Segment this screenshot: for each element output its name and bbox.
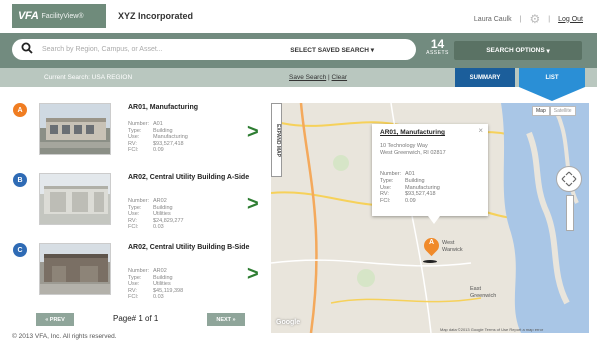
page-indicator: Page# 1 of 1 (113, 314, 159, 323)
asset-use: Manufacturing (153, 134, 188, 141)
chevron-down-icon: ▾ (546, 47, 550, 55)
info-window-pointer (428, 216, 440, 224)
asset-number: AR02 (153, 268, 167, 274)
assets-count: 14 (430, 37, 445, 51)
asset-rv: $93,527,418 (153, 140, 184, 147)
user-name: Laura Caulk (473, 15, 512, 23)
pagination: « PREV Page# 1 of 1 NEXT » (0, 307, 270, 329)
marker-b: B (13, 173, 27, 187)
active-tab-pointer (519, 87, 585, 101)
close-icon[interactable]: × (478, 126, 483, 135)
vfa-logo[interactable]: VFA FacilityView® (12, 4, 106, 28)
map-marker-letter: A (428, 239, 435, 246)
info-window-details: Number: A01 Type: Building Use: Manufacturi… (380, 171, 440, 205)
map-type-satellite-button[interactable]: Satellite (549, 106, 576, 116)
user-area: Laura Caulk | ⚙ | Log Out (474, 12, 583, 26)
clear-link[interactable]: Clear (332, 74, 348, 81)
logout-link[interactable]: Log Out (558, 16, 583, 23)
chevron-down-icon: ▾ (370, 46, 374, 54)
assets-label: ASSETS (426, 50, 449, 56)
info-window-address: 10 Technology Way West Greenwich, RI 028… (380, 143, 446, 156)
asset-fci: 0.03 (153, 224, 164, 231)
asset-fci: 0.09 (153, 147, 164, 154)
list-item[interactable]: C AR02, Central Utility Building B-Side … (12, 243, 270, 311)
footer-copyright: © 2013 VFA, Inc. All rights reserved. (12, 333, 117, 340)
current-search-bar: Current Search: USA REGION Save Search |… (0, 68, 597, 87)
divider: | (519, 15, 522, 23)
gear-icon[interactable]: ⚙ (529, 12, 540, 26)
search-placeholder: Search by Region, Campus, or Asset... (42, 46, 163, 53)
expand-map-button[interactable]: EXPAND MAP (271, 103, 282, 177)
asset-name[interactable]: AR02, Central Utility Building B-Side (128, 243, 258, 252)
map-marker-shadow (423, 260, 437, 263)
divider: | (548, 15, 551, 23)
asset-list: A AR01, Manufacturing Number: A01 Type: Bu… (12, 103, 270, 306)
tab-summary[interactable]: SUMMARY (455, 68, 515, 87)
map-place-label: Warwick (442, 247, 463, 253)
marker-a: A (13, 103, 27, 117)
asset-type: Building (153, 204, 173, 211)
building-photo[interactable] (39, 103, 111, 155)
prev-page-button[interactable]: « PREV (36, 313, 74, 326)
asset-details: Number: A01 Type: Building Use: Manufacturi… (128, 121, 188, 154)
current-search-text: Current Search: USA REGION (44, 74, 133, 81)
list-item[interactable]: A AR01, Manufacturing Number: A01 Type: Bu… (12, 103, 270, 171)
asset-fci: 0.03 (153, 294, 164, 301)
map-type-control: Map Satellite (532, 106, 576, 116)
search-actions: Save Search | Clear (289, 74, 347, 81)
asset-type: Building (153, 127, 173, 134)
map-type-map-button[interactable]: Map (532, 106, 550, 116)
saved-search-dropdown[interactable]: SELECT SAVED SEARCH ▾ (290, 46, 374, 54)
brand-main: VFA (18, 10, 39, 22)
asset-number: A01 (153, 121, 163, 127)
info-window-title[interactable]: AR01, Manufacturing (380, 129, 445, 136)
asset-type: Building (153, 274, 173, 281)
google-logo: Google (276, 319, 301, 326)
asset-rv: $45,119,398 (153, 287, 184, 294)
asset-details: Number: AR02 Type: Building Use: Utilities … (128, 268, 184, 301)
brand-sub: FacilityView® (41, 12, 84, 20)
search-options-button[interactable]: SEARCH OPTIONS ▾ (454, 41, 582, 60)
tab-list[interactable]: LIST (519, 68, 585, 87)
company-name: XYZ Incorporated (118, 11, 194, 21)
saved-search-label: SELECT SAVED SEARCH (290, 46, 369, 54)
list-item[interactable]: B AR02, Central Utility Building A-Side … (12, 173, 270, 241)
building-photo[interactable] (39, 243, 111, 295)
save-search-link[interactable]: Save Search (289, 74, 326, 81)
chevron-right-icon[interactable]: > (247, 121, 259, 144)
zoom-slider[interactable] (566, 195, 574, 231)
search-input[interactable]: Search by Region, Campus, or Asset... SE… (12, 39, 416, 60)
expand-map-label: EXPAND MAP (275, 123, 281, 157)
chevron-right-icon[interactable]: > (247, 193, 259, 216)
search-options-label: SEARCH OPTIONS (486, 47, 545, 54)
chevron-right-icon[interactable]: > (247, 263, 259, 286)
marker-c: C (13, 243, 27, 257)
map-place-label: Greenwich (470, 293, 497, 299)
search-icon[interactable] (21, 42, 35, 57)
search-bar: Search by Region, Campus, or Asset... SE… (0, 33, 597, 68)
top-bar: VFA FacilityView® XYZ Incorporated Laura… (0, 0, 597, 34)
map-place-label: East (470, 286, 482, 292)
asset-use: Utilities (153, 281, 171, 288)
asset-name[interactable]: AR02, Central Utility Building A-Side (128, 173, 258, 182)
asset-use: Utilities (153, 211, 171, 218)
asset-details: Number: AR02 Type: Building Use: Utilities … (128, 198, 184, 231)
map-attribution[interactable]: Map data ©2013 Google Terms of Use Repor… (440, 327, 543, 332)
asset-rv: $24,829,277 (153, 217, 184, 224)
map-info-window: × AR01, Manufacturing 10 Technology Way … (372, 124, 488, 216)
asset-name[interactable]: AR01, Manufacturing (128, 103, 258, 112)
building-photo[interactable] (39, 173, 111, 225)
next-page-button[interactable]: NEXT » (207, 313, 245, 326)
asset-number: AR02 (153, 198, 167, 204)
pan-control[interactable] (556, 166, 582, 192)
pan-arrows-icon (561, 171, 577, 187)
assets-counter: 14 ASSETS (425, 38, 450, 56)
map-place-label: West (442, 240, 455, 246)
